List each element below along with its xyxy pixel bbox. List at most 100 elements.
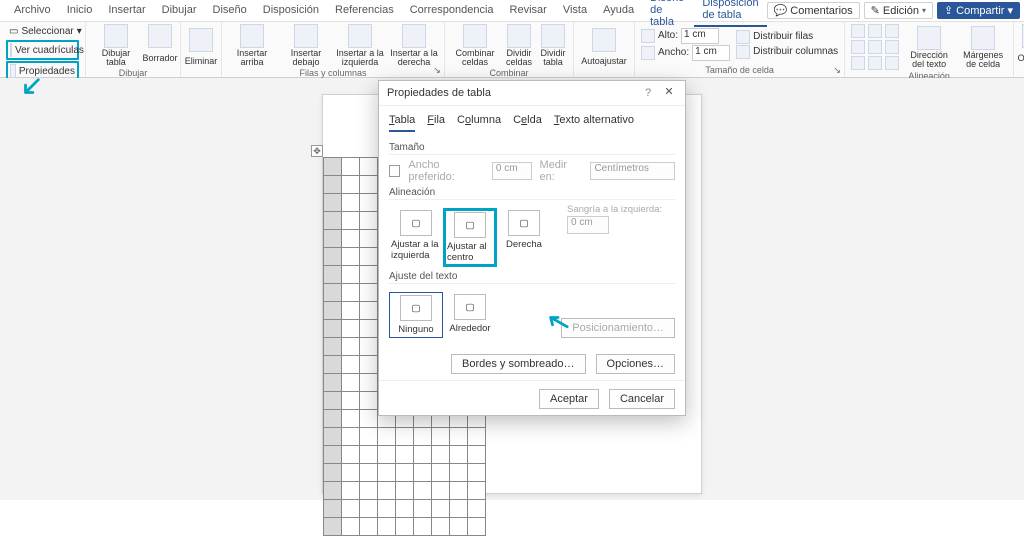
cell-size-launcher[interactable]: ↘: [832, 65, 842, 75]
table-cell[interactable]: [468, 500, 486, 518]
cancel-button[interactable]: Cancelar: [609, 389, 675, 409]
options-button[interactable]: Opciones…: [596, 354, 675, 374]
table-cell[interactable]: [360, 500, 378, 518]
table-cell[interactable]: [450, 500, 468, 518]
ok-button[interactable]: Aceptar: [539, 389, 599, 409]
table-cell[interactable]: [342, 392, 360, 410]
dist-rows-button[interactable]: Distribuir filas: [736, 30, 838, 44]
table-cell[interactable]: [414, 428, 432, 446]
table-cell[interactable]: [342, 176, 360, 194]
dialog-close-button[interactable]: ✕: [661, 85, 677, 101]
table-cell[interactable]: [432, 518, 450, 536]
table-cell[interactable]: [450, 464, 468, 482]
table-row[interactable]: [324, 446, 486, 464]
table-cell[interactable]: [342, 482, 360, 500]
dialog-tab-alttext[interactable]: Texto alternativo: [554, 112, 634, 132]
table-move-handle[interactable]: ✥: [311, 145, 323, 157]
table-cell[interactable]: [342, 356, 360, 374]
insert-right-button[interactable]: Insertar a la derecha: [390, 24, 438, 67]
table-cell[interactable]: [360, 338, 378, 356]
table-cell[interactable]: [360, 302, 378, 320]
table-cell[interactable]: [324, 482, 342, 500]
table-cell[interactable]: [378, 518, 396, 536]
table-cell[interactable]: [360, 266, 378, 284]
borders-button[interactable]: Bordes y sombreado…: [451, 354, 586, 374]
merge-cells-button[interactable]: Combinar celdas: [451, 24, 499, 67]
table-cell[interactable]: [360, 410, 378, 428]
table-cell[interactable]: [342, 320, 360, 338]
table-cell[interactable]: [342, 464, 360, 482]
tab-review[interactable]: Revisar: [502, 1, 555, 20]
draw-table-button[interactable]: Dibujar tabla: [92, 24, 140, 67]
table-cell[interactable]: [324, 518, 342, 536]
table-cell[interactable]: [360, 230, 378, 248]
table-cell[interactable]: [378, 446, 396, 464]
table-cell[interactable]: [324, 212, 342, 230]
pref-width-input[interactable]: 0 cm: [492, 162, 532, 180]
tab-file[interactable]: Archivo: [6, 1, 59, 20]
table-cell[interactable]: [360, 482, 378, 500]
table-cell[interactable]: [360, 446, 378, 464]
align-row-3[interactable]: [851, 56, 899, 70]
table-cell[interactable]: [414, 518, 432, 536]
table-cell[interactable]: [414, 464, 432, 482]
split-cells-button[interactable]: Dividir celdas: [505, 24, 533, 67]
table-cell[interactable]: [342, 518, 360, 536]
table-cell[interactable]: [342, 302, 360, 320]
table-cell[interactable]: [432, 464, 450, 482]
tab-home[interactable]: Inicio: [59, 1, 101, 20]
eraser-button[interactable]: Borrador: [146, 24, 174, 67]
table-cell[interactable]: [342, 374, 360, 392]
split-table-button[interactable]: Dividir tabla: [539, 24, 567, 67]
table-cell[interactable]: [342, 158, 360, 176]
tab-draw[interactable]: Dibujar: [154, 1, 205, 20]
wrap-around-option[interactable]: ▢ Alrededor: [443, 292, 497, 336]
table-cell[interactable]: [342, 446, 360, 464]
table-cell[interactable]: [468, 446, 486, 464]
cell-margins-button[interactable]: Márgenes de celda: [959, 26, 1007, 69]
table-cell[interactable]: [324, 320, 342, 338]
table-cell[interactable]: [324, 158, 342, 176]
insert-below-button[interactable]: Insertar debajo: [282, 24, 330, 67]
measure-unit-select[interactable]: Centímetros: [590, 162, 675, 180]
delete-button[interactable]: Eliminar: [187, 28, 215, 71]
table-cell[interactable]: [324, 446, 342, 464]
table-cell[interactable]: [342, 194, 360, 212]
table-cell[interactable]: [378, 500, 396, 518]
table-cell[interactable]: [342, 410, 360, 428]
table-cell[interactable]: [342, 266, 360, 284]
table-cell[interactable]: [378, 464, 396, 482]
pref-width-checkbox[interactable]: [389, 165, 400, 177]
table-row[interactable]: [324, 482, 486, 500]
tab-mail[interactable]: Correspondencia: [402, 1, 502, 20]
autofit-button[interactable]: Autoajustar: [580, 28, 628, 71]
table-cell[interactable]: [414, 482, 432, 500]
table-cell[interactable]: [432, 482, 450, 500]
table-cell[interactable]: [360, 356, 378, 374]
comments-button[interactable]: 💬 Comentarios: [767, 2, 860, 19]
rows-cols-launcher[interactable]: ↘: [432, 65, 442, 75]
positioning-button[interactable]: Posicionamiento…: [561, 318, 675, 338]
table-cell[interactable]: [360, 464, 378, 482]
align-center-option[interactable]: ▢ Ajustar al centro: [443, 208, 497, 267]
editing-mode-button[interactable]: ✎ Edición ▾: [864, 2, 933, 19]
table-cell[interactable]: [468, 464, 486, 482]
dialog-tab-cell[interactable]: Celda: [513, 112, 542, 132]
table-cell[interactable]: [324, 356, 342, 374]
table-cell[interactable]: [450, 518, 468, 536]
table-cell[interactable]: [414, 446, 432, 464]
table-cell[interactable]: [324, 248, 342, 266]
text-direction-button[interactable]: Dirección del texto: [905, 26, 953, 69]
tab-help[interactable]: Ayuda: [595, 1, 642, 20]
table-cell[interactable]: [360, 320, 378, 338]
table-row[interactable]: [324, 500, 486, 518]
table-cell[interactable]: [396, 500, 414, 518]
table-cell[interactable]: [324, 392, 342, 410]
table-cell[interactable]: [360, 176, 378, 194]
dialog-tab-column[interactable]: Columna: [457, 112, 501, 132]
table-cell[interactable]: [324, 464, 342, 482]
table-cell[interactable]: [360, 158, 378, 176]
table-cell[interactable]: [342, 212, 360, 230]
table-cell[interactable]: [324, 338, 342, 356]
align-right-option[interactable]: ▢ Derecha: [497, 208, 551, 252]
